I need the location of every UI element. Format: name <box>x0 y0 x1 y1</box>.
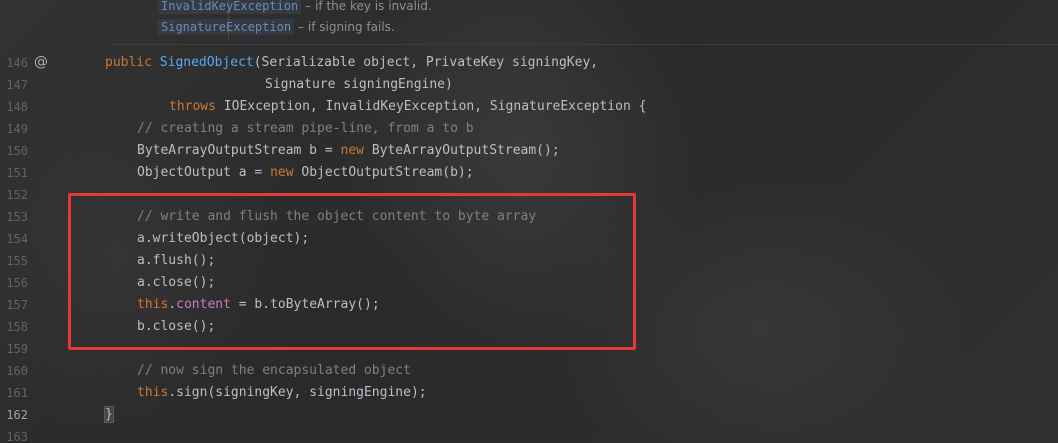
code-line-150[interactable]: ByteArrayOutputStream b = new ByteArrayO… <box>137 140 560 162</box>
code-line-160[interactable]: // now sign the encapsulated object <box>137 360 411 382</box>
comment: // now sign the encapsulated object <box>137 363 411 378</box>
keyword: throws <box>169 99 224 114</box>
code-text: .sign(signingKey, signingEngine); <box>168 385 427 400</box>
code-line-146[interactable]: public SignedObject(Serializable object,… <box>105 52 598 74</box>
closing-brace: } <box>104 406 114 423</box>
code-text: ObjectOutput a = <box>137 165 271 180</box>
constructor-name: SignedObject <box>159 55 254 70</box>
code-text: ObjectOutputStream(b); <box>301 165 474 180</box>
code-text: Signature signingEngine) <box>265 77 453 92</box>
code-line-147[interactable]: Signature signingEngine) <box>265 74 453 96</box>
code-text: ByteArrayOutputStream b = <box>137 143 341 158</box>
keyword: new <box>270 165 302 180</box>
keyword: this <box>137 385 169 400</box>
code-text: ByteArrayOutputStream(); <box>371 143 560 158</box>
keyword: new <box>340 143 372 158</box>
code-text: IOException, InvalidKeyException, Signat… <box>223 99 647 114</box>
code-text: (Serializable object, PrivateKey signing… <box>253 55 599 70</box>
code-line-162[interactable]: } <box>104 404 114 426</box>
code-line-151[interactable]: ObjectOutput a = new ObjectOutputStream(… <box>137 162 474 184</box>
code-line-148[interactable]: throws IOException, InvalidKeyException,… <box>169 96 646 118</box>
code-line-149[interactable]: // creating a stream pipe-line, from a t… <box>137 118 474 140</box>
code-line-161[interactable]: this.sign(signingKey, signingEngine); <box>137 382 427 404</box>
keyword: public <box>105 55 160 70</box>
code-editor[interactable]: InvalidKeyException – if the key is inva… <box>0 0 1058 443</box>
comment: // creating a stream pipe-line, from a t… <box>137 121 474 136</box>
red-highlight-box <box>68 193 636 350</box>
